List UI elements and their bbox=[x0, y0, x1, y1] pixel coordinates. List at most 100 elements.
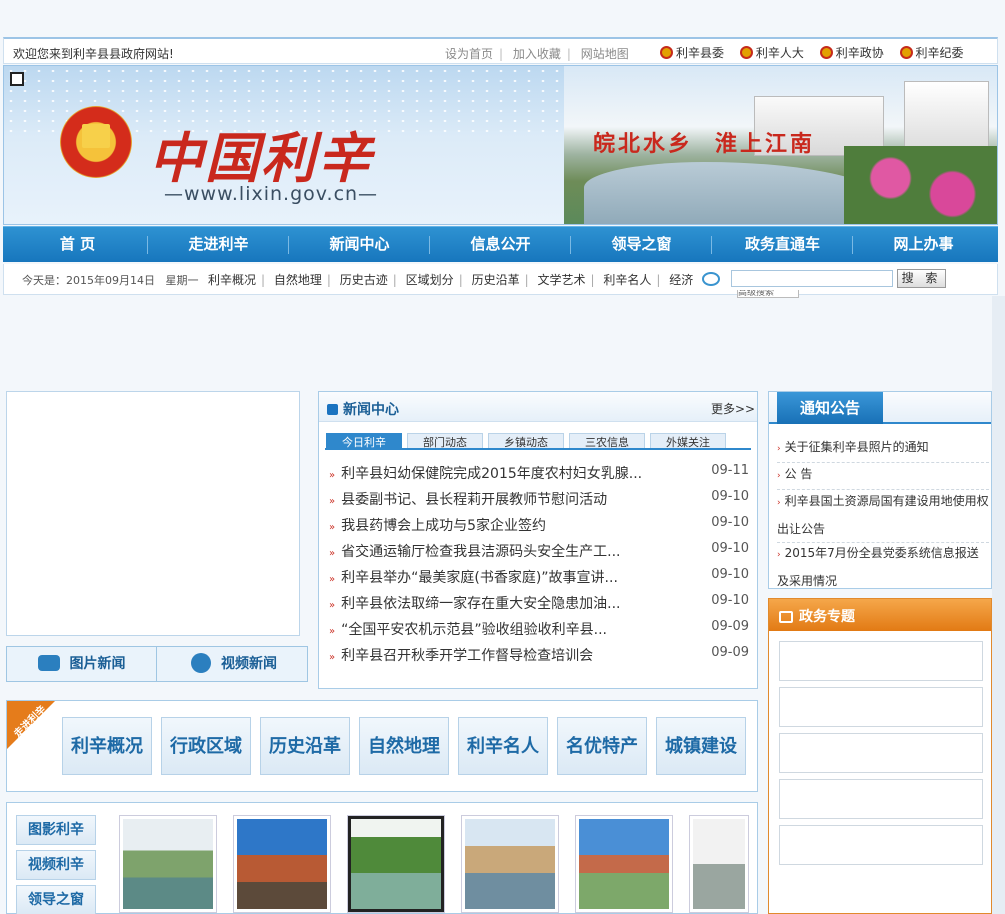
nav-info-disclosure[interactable]: 信息公开 bbox=[430, 227, 571, 263]
geography-button[interactable]: 自然地理 bbox=[359, 717, 449, 775]
tab-photo-news[interactable]: 图片新闻 bbox=[7, 647, 157, 681]
tab-today-lixin[interactable]: 今日利辛 bbox=[326, 433, 402, 449]
news-more-link[interactable]: 更多>> bbox=[711, 400, 755, 417]
quick-link[interactable]: 文学艺术 bbox=[537, 273, 585, 287]
history-button[interactable]: 历史沿革 bbox=[260, 717, 350, 775]
quick-link[interactable]: 利辛概况 bbox=[208, 273, 256, 287]
peoples-congress-link[interactable]: 利辛人大 bbox=[739, 44, 804, 61]
nav-about[interactable]: 走进利辛 bbox=[148, 227, 289, 263]
topic-banner[interactable] bbox=[779, 687, 983, 727]
topic-banner[interactable] bbox=[779, 733, 983, 773]
tab-leaders-window[interactable]: 领导之窗 bbox=[16, 885, 96, 914]
tab-agriculture-info[interactable]: 三农信息 bbox=[569, 433, 645, 449]
news-item[interactable]: » 省交通运输厅检查我县洁源码头安全生产工... 09-10 bbox=[329, 541, 749, 567]
search-button[interactable]: 搜 索 bbox=[897, 269, 946, 288]
notice-item[interactable]: › 利辛县国土资源局国有建设用地使用权出让公告 bbox=[777, 488, 989, 543]
river-image bbox=[584, 162, 884, 224]
tab-photo-lixin[interactable]: 图影利辛 bbox=[16, 815, 96, 845]
national-emblem-icon bbox=[739, 46, 753, 59]
notice-panel: 通知公告 › 关于征集利辛县照片的通知 › 公 告 › 利辛县国土资源局国有建设用地使… bbox=[768, 391, 992, 589]
photo-news-slideshow[interactable] bbox=[6, 391, 300, 636]
building-image bbox=[904, 81, 989, 156]
date-text: 今天是：2015年09月14日 星期一 bbox=[22, 274, 199, 287]
search-input[interactable] bbox=[731, 270, 893, 287]
main-nav: 首 页 走进利辛 新闻中心 信息公开 领导之窗 政务直通车 网上办事 bbox=[3, 226, 998, 262]
tab-town-news[interactable]: 乡镇动态 bbox=[488, 433, 564, 449]
news-item[interactable]: » 利辛县妇幼保健院完成2015年度农村妇女乳腺... 09-11 bbox=[329, 463, 749, 489]
notice-title[interactable]: 通知公告 bbox=[777, 392, 883, 424]
nav-leaders[interactable]: 领导之窗 bbox=[571, 227, 712, 263]
camera-icon bbox=[37, 655, 60, 671]
gallery-panel: 图影利辛 视频利辛 领导之窗 bbox=[6, 802, 758, 914]
party-links: 利辛县委 利辛人大 利辛政协 利辛纪委 bbox=[660, 44, 976, 61]
admin-region-button[interactable]: 行政区域 bbox=[161, 717, 251, 775]
welcome-text: 欢迎您来到利辛县县政府网站! bbox=[13, 47, 174, 61]
discipline-committee-link[interactable]: 利辛纪委 bbox=[899, 44, 964, 61]
flowers-image bbox=[844, 146, 997, 224]
top-bar: 欢迎您来到利辛县县政府网站! 设为首页 | 加入收藏 | 网站地图 利辛县委 利辛人… bbox=[3, 37, 998, 64]
topic-banner[interactable] bbox=[779, 825, 983, 865]
urban-construction-button[interactable]: 城镇建设 bbox=[656, 717, 746, 775]
gallery-thumbnail[interactable] bbox=[347, 815, 445, 913]
quick-link[interactable]: 历史沿革 bbox=[472, 273, 520, 287]
party-emblem-icon bbox=[899, 46, 913, 59]
tab-media-coverage[interactable]: 外媒关注 bbox=[650, 433, 726, 449]
quick-link[interactable]: 自然地理 bbox=[274, 273, 322, 287]
gallery-thumbnail[interactable] bbox=[575, 815, 673, 913]
quick-links: 利辛概况 | 自然地理 | 历史古迹 | 区域划分 | 历史沿革 | 文学艺术 | 利辛名人… bbox=[208, 273, 694, 287]
news-item[interactable]: » 利辛县依法取缔一家存在重大安全隐患加油... 09-10 bbox=[329, 593, 749, 619]
party-emblem-icon bbox=[660, 46, 673, 59]
add-favorite-link[interactable]: 加入收藏 bbox=[513, 47, 561, 61]
news-item[interactable]: » 利辛县举办“最美家庭(书香家庭)”故事宣讲... 09-10 bbox=[329, 567, 749, 593]
cppcc-emblem-icon bbox=[819, 46, 833, 59]
quick-link[interactable]: 区域划分 bbox=[406, 273, 454, 287]
celebrities-button[interactable]: 利辛名人 bbox=[458, 717, 548, 775]
overview-button[interactable]: 利辛概况 bbox=[62, 717, 152, 775]
about-lixin-panel: 走进利辛 利辛概况 行政区域 历史沿革 自然地理 利辛名人 名优特产 城镇建设 bbox=[6, 700, 758, 792]
gov-topics-title: 政务专题 bbox=[779, 606, 855, 626]
notice-item[interactable]: › 关于征集利辛县照片的通知 bbox=[777, 434, 989, 463]
national-emblem-logo bbox=[60, 106, 132, 178]
sub-nav: 今天是：2015年09月14日 星期一 利辛概况 | 自然地理 | 历史古迹 | 区域… bbox=[3, 264, 998, 298]
nav-gov-express[interactable]: 政务直通车 bbox=[712, 227, 853, 263]
topic-banner[interactable] bbox=[779, 641, 983, 681]
site-name: 中国利辛 bbox=[149, 126, 373, 190]
scrollbar-track[interactable] bbox=[992, 296, 1005, 914]
quick-link[interactable]: 经济 bbox=[669, 273, 693, 287]
speech-bubble-icon bbox=[779, 611, 793, 623]
news-item[interactable]: » 县委副书记、县长程莉开展教师节慰问活动 09-10 bbox=[329, 489, 749, 515]
news-item[interactable]: » 利辛县召开秋季开学工作督导检查培训会 09-09 bbox=[329, 645, 749, 671]
county-committee-link[interactable]: 利辛县委 bbox=[660, 44, 724, 61]
quick-link[interactable]: 历史古迹 bbox=[340, 273, 388, 287]
site-url: —www.lixin.gov.cn— bbox=[164, 183, 379, 205]
tab-video-lixin[interactable]: 视频利辛 bbox=[16, 850, 96, 880]
banner-slogan: 皖北水乡 淮上江南 bbox=[593, 131, 816, 157]
site-banner: 中国利辛 —www.lixin.gov.cn— 皖北水乡 淮上江南 bbox=[3, 65, 998, 225]
gallery-thumbnail[interactable] bbox=[461, 815, 559, 913]
gallery-thumbnail[interactable] bbox=[119, 815, 217, 913]
corner-square-icon bbox=[10, 72, 24, 86]
news-item[interactable]: » 我县药博会上成功与5家企业签约 09-10 bbox=[329, 515, 749, 541]
arrow-square-icon bbox=[327, 404, 338, 415]
set-homepage-link[interactable]: 设为首页 bbox=[445, 47, 493, 61]
gallery-thumbnail[interactable] bbox=[233, 815, 331, 913]
news-title: 新闻中心 bbox=[327, 399, 399, 419]
tab-video-news[interactable]: 视频新闻 bbox=[159, 647, 309, 681]
search-dropdown[interactable]: 高级搜索 bbox=[737, 290, 799, 298]
specialties-button[interactable]: 名优特产 bbox=[557, 717, 647, 775]
news-center-panel: 新闻中心 更多>> 今日利辛 部门动态 乡镇动态 三农信息 外媒关注 » 利辛县妇… bbox=[318, 391, 758, 689]
topic-banner[interactable] bbox=[779, 779, 983, 819]
nav-news-center[interactable]: 新闻中心 bbox=[289, 227, 430, 263]
sitemap-link[interactable]: 网站地图 bbox=[581, 47, 629, 61]
news-item[interactable]: » “全国平安农机示范县”验收组验收利辛县... 09-09 bbox=[329, 619, 749, 645]
top-links: 设为首页 | 加入收藏 | 网站地图 bbox=[445, 47, 629, 61]
cppcc-link[interactable]: 利辛政协 bbox=[819, 44, 884, 61]
media-tabs: 图片新闻 视频新闻 bbox=[6, 646, 308, 682]
notice-item[interactable]: › 公 告 bbox=[777, 461, 989, 490]
nav-home[interactable]: 首 页 bbox=[7, 227, 148, 263]
gallery-thumbnail[interactable] bbox=[689, 815, 749, 913]
quick-link[interactable]: 利辛名人 bbox=[603, 273, 651, 287]
notice-item[interactable]: › 2015年7月份全县党委系统信息报送及采用情况 bbox=[777, 540, 989, 594]
tab-department-news[interactable]: 部门动态 bbox=[407, 433, 483, 449]
nav-online-services[interactable]: 网上办事 bbox=[853, 227, 994, 263]
